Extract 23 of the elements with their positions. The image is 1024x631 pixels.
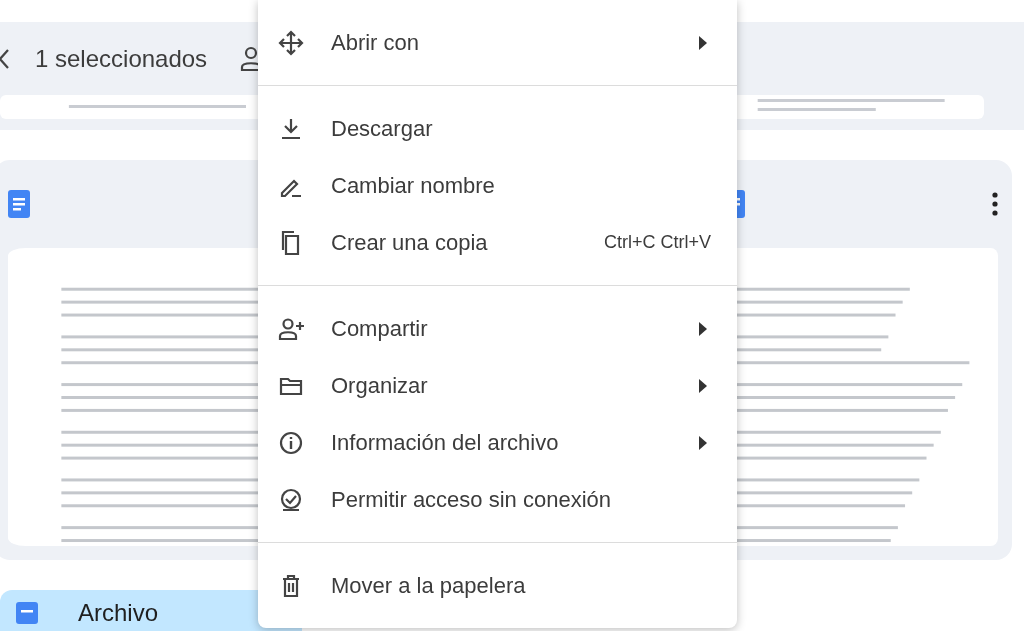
info-icon [278,429,304,456]
document-icon [8,190,30,218]
move-icon [278,29,304,56]
file-name: Archivo [78,598,159,627]
document-icon [16,601,38,624]
menu-item[interactable]: Organizar [258,357,737,414]
more-icon[interactable] [992,192,998,216]
menu-item[interactable]: Abrir con [258,14,737,71]
submenu-arrow-icon [699,35,707,50]
submenu-arrow-icon [699,378,707,393]
share-icon [278,315,304,342]
submenu-arrow-icon [699,321,707,336]
back-icon[interactable] [0,47,10,70]
menu-item[interactable]: Permitir acceso sin conexión [258,471,737,528]
menu-item[interactable]: Descargar [258,100,737,157]
menu-item[interactable]: Compartir [258,300,737,357]
selection-count: 1 seleccionados [35,44,208,73]
offline-icon [278,486,304,513]
menu-item[interactable]: Información del archivo [258,414,737,471]
keyboard-shortcut: Ctrl+C Ctrl+V [604,232,711,253]
submenu-arrow-icon [699,435,707,450]
menu-item[interactable]: Crear una copia Ctrl+C Ctrl+V [258,214,737,271]
menu-item[interactable]: Cambiar nombre [258,157,737,214]
